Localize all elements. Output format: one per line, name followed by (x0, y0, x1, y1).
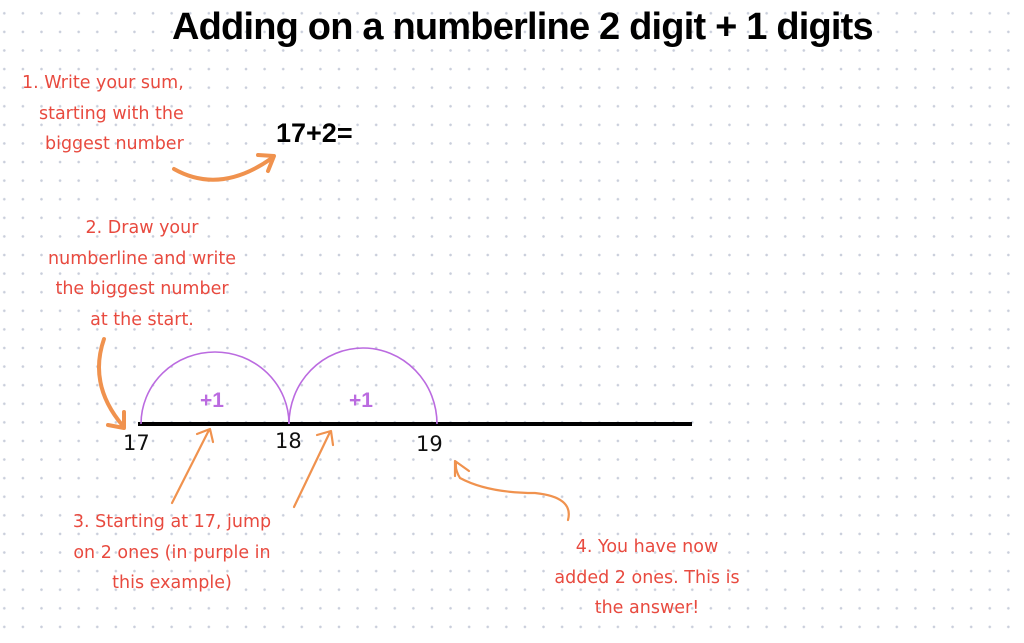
step-3-line-2: on 2 ones (in purple in (73, 542, 271, 563)
arrow-to-answer (453, 459, 570, 522)
tick-label-17: 17 (123, 431, 150, 455)
step-4-line-3: the answer! (594, 598, 700, 618)
tick-label-18: 18 (275, 429, 302, 453)
tick-label-19: 19 (416, 432, 443, 456)
jump-label-2: +1 (349, 389, 373, 412)
arrow-to-start (96, 337, 126, 430)
step-3-note: 3. Starting at 17, jump on 2 ones (in pu… (36, 507, 308, 599)
step-4-line-1: 4. You have now (575, 537, 719, 557)
step-4-line-2: added 2 ones. This is (554, 567, 740, 588)
step-3-line-1: 3. Starting at 17, jump (72, 512, 272, 532)
arrow-to-sum (172, 153, 276, 182)
step-4-note: 4. You have now added 2 ones. This is th… (516, 532, 778, 624)
arrow-to-jump-1 (170, 427, 215, 505)
step-3-line-3: this example) (112, 573, 232, 593)
jump-label-1: +1 (200, 389, 224, 412)
jump-arc-1 (140, 351, 290, 425)
